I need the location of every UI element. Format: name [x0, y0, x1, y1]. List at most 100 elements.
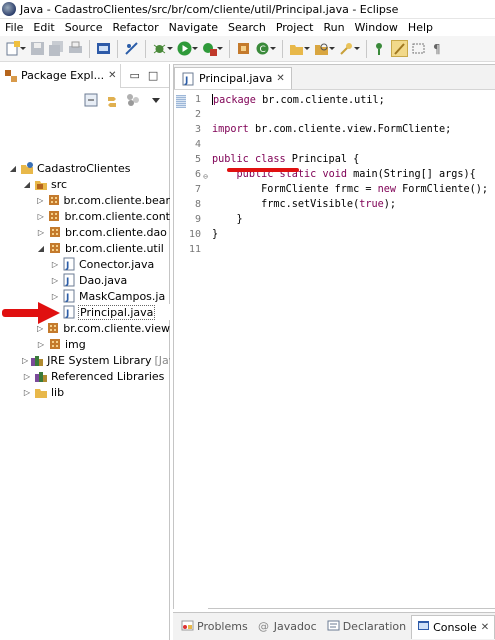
line-number-text: 7 — [194, 184, 201, 195]
menu-help[interactable]: Help — [403, 21, 438, 34]
line-number: 5 — [174, 154, 208, 169]
tree-item-label: Conector.java — [79, 257, 155, 271]
menu-run[interactable]: Run — [318, 21, 349, 34]
menu-source[interactable]: Source — [60, 21, 108, 34]
tree-item[interactable]: ▷ img — [0, 336, 170, 352]
code-area[interactable]: 1 2 3 4 5 6 ⊖ 7 8 9 10 11 package br.com.cliente.ut… — [174, 91, 495, 609]
tab-console[interactable]: Console ✕ — [411, 614, 495, 639]
line-number: 4 — [174, 139, 208, 154]
new-java-project-icon[interactable] — [235, 40, 252, 57]
fold-toggle-icon[interactable]: ⊖ — [203, 172, 208, 181]
code-token: } — [212, 214, 243, 225]
menu-refactor[interactable]: Refactor — [108, 21, 164, 34]
title-bar: Java - CadastroClientes/src/br/com/clien… — [0, 0, 495, 19]
pin-icon[interactable] — [338, 40, 360, 57]
expanded-twistie-icon[interactable]: ◢ — [36, 243, 46, 253]
code-token: FormCliente frmc = — [212, 184, 378, 195]
collapsed-twistie-icon[interactable]: ▷ — [36, 323, 44, 333]
debug-icon[interactable] — [151, 40, 173, 57]
line-number: 3 — [174, 124, 208, 139]
tree-item[interactable]: ▷ J Conector.java — [0, 256, 170, 272]
expanded-twistie-icon[interactable]: ◢ — [8, 163, 18, 173]
tab-package-explorer[interactable]: Package Expl... ✕ — [0, 63, 122, 88]
code-line[interactable]: } — [212, 214, 243, 229]
code-line[interactable]: public class Principal { — [212, 154, 359, 169]
tab-declaration[interactable]: Declaration — [322, 615, 411, 639]
tree-item[interactable]: ▷ lib — [0, 384, 170, 400]
show-whitespace-icon[interactable]: ¶ — [429, 40, 446, 57]
at-icon: @ — [258, 619, 271, 635]
filters-icon[interactable] — [126, 93, 144, 107]
tree-item-label: Dao.java — [79, 273, 128, 287]
tab-javadoc[interactable]: @ Javadoc — [253, 615, 322, 639]
code-token: frmc.setVisible( — [212, 199, 360, 210]
link-with-editor-icon[interactable] — [105, 93, 119, 107]
current-line-marker-icon — [176, 95, 186, 108]
collapsed-twistie-icon[interactable]: ▷ — [36, 195, 45, 205]
tree-item[interactable]: ▷ br.com.cliente.cont — [0, 208, 170, 224]
code-line[interactable]: FormCliente frmc = new FormCliente(); — [212, 184, 488, 199]
minimize-icon[interactable]: ▭ — [129, 69, 139, 82]
toggle-mark-occurrences-icon[interactable] — [372, 40, 389, 57]
tree-item[interactable]: ◢ CadastroClientes — [0, 160, 170, 176]
new-class-icon[interactable]: C — [254, 40, 276, 57]
tree-item[interactable]: ▷ JRE System Library[Java — [0, 352, 170, 368]
expanded-twistie-icon[interactable]: ◢ — [22, 179, 32, 189]
new-icon[interactable] — [4, 40, 26, 57]
save-icon[interactable] — [29, 40, 46, 57]
tree-item[interactable]: ◢ br.com.cliente.util — [0, 240, 170, 256]
search-icon[interactable] — [313, 40, 335, 57]
editor-pane: J Principal.java ✕ 1 2 3 4 5 6 ⊖ 7 8 9 10 11 packag… — [173, 64, 495, 609]
code-line[interactable]: } — [212, 229, 218, 244]
menu-edit[interactable]: Edit — [28, 21, 59, 34]
tree-item[interactable]: ▷ br.com.cliente.bear — [0, 192, 170, 208]
package-icon — [48, 225, 62, 239]
package-icon — [48, 337, 62, 351]
open-type-icon[interactable] — [288, 40, 310, 57]
menu-navigate[interactable]: Navigate — [164, 21, 223, 34]
collapsed-twistie-icon[interactable]: ▷ — [22, 387, 32, 397]
code-line[interactable]: frmc.setVisible(true); — [212, 199, 396, 214]
menu-file[interactable]: File — [0, 21, 28, 34]
toolbar-separator — [366, 39, 367, 58]
tree-item-label: br.com.cliente.bear — [63, 193, 170, 207]
close-icon[interactable]: ✕ — [481, 622, 489, 633]
tab-principal-java[interactable]: J Principal.java ✕ — [174, 67, 292, 89]
collapsed-twistie-icon[interactable]: ▷ — [50, 291, 60, 301]
svg-text:J: J — [65, 309, 69, 319]
skip-breakpoints-icon[interactable] — [123, 40, 140, 57]
collapsed-twistie-icon[interactable]: ▷ — [50, 259, 60, 269]
collapsed-twistie-icon[interactable]: ▷ — [22, 355, 28, 365]
tree-item[interactable]: ▷ br.com.cliente.dao — [0, 224, 170, 240]
save-all-icon[interactable] — [48, 40, 65, 57]
collapsed-twistie-icon[interactable]: ▷ — [22, 371, 32, 381]
tab-javadoc-label: Javadoc — [273, 620, 317, 633]
java-file-icon: J — [62, 257, 76, 271]
menu-window[interactable]: Window — [350, 21, 403, 34]
code-token: main(String[] args){ — [347, 169, 476, 180]
collapsed-twistie-icon[interactable]: ▷ — [36, 211, 45, 221]
tree-item[interactable]: ▷ Referenced Libraries — [0, 368, 170, 384]
tab-problems[interactable]: Problems — [176, 615, 253, 639]
collapsed-twistie-icon[interactable]: ▷ — [50, 275, 60, 285]
tree-item[interactable]: ▷ J Dao.java — [0, 272, 170, 288]
close-icon[interactable]: ✕ — [108, 70, 116, 81]
terminal-icon[interactable] — [95, 40, 112, 57]
menu-search[interactable]: Search — [223, 21, 271, 34]
view-menu-icon[interactable] — [151, 93, 161, 107]
highlight-icon[interactable] — [391, 40, 408, 57]
maximize-icon[interactable]: □ — [148, 69, 158, 82]
collapsed-twistie-icon[interactable]: ▷ — [36, 339, 46, 349]
menu-project[interactable]: Project — [271, 21, 319, 34]
run-icon[interactable] — [176, 40, 198, 57]
external-tools-icon[interactable] — [201, 40, 223, 57]
close-icon[interactable]: ✕ — [276, 73, 284, 84]
code-line[interactable]: package br.com.cliente.util; — [212, 94, 385, 109]
collapsed-twistie-icon[interactable]: ▷ — [36, 227, 46, 237]
package-explorer-tabbar: Package Expl... ✕ ▭ □ — [0, 63, 169, 88]
print-icon[interactable] — [67, 40, 84, 57]
code-line[interactable]: import br.com.cliente.view.FormCliente; — [212, 124, 451, 139]
tree-item[interactable]: ◢ src — [0, 176, 170, 192]
block-selection-icon[interactable] — [410, 40, 427, 57]
collapse-all-icon[interactable] — [84, 93, 98, 107]
